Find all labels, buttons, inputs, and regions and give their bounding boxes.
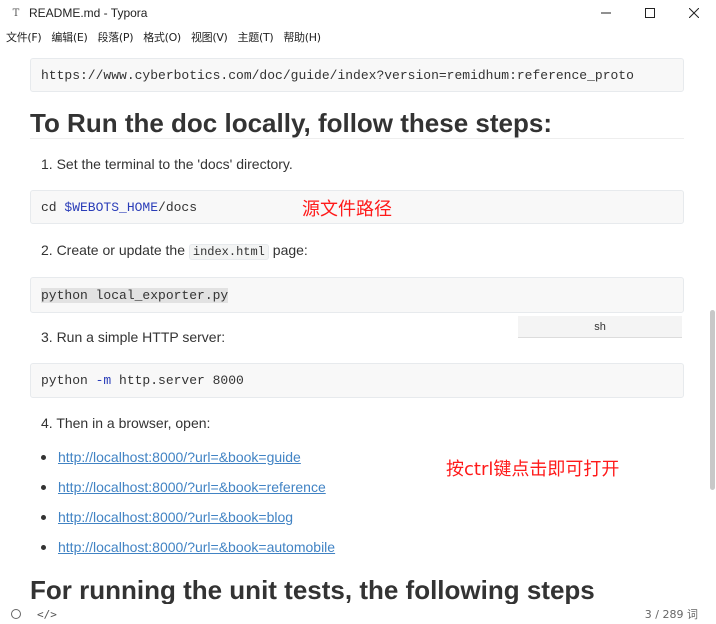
close-button[interactable] <box>672 0 716 26</box>
step-1-text: 1. Set the terminal to the 'docs' direct… <box>41 156 293 172</box>
list-item: http://localhost:8000/?url=&book=blog <box>41 509 293 525</box>
module-flag: -m <box>95 373 112 388</box>
menu-file[interactable]: 文件(F) <box>6 29 42 45</box>
index-html-inline-code: index.html <box>188 244 269 260</box>
menu-paragraph[interactable]: 段落(P) <box>97 29 133 45</box>
step-2-text: 2. Create or update the index.html page: <box>41 242 308 260</box>
list-item: http://localhost:8000/?url=&book=guide <box>41 449 301 465</box>
word-count[interactable]: 3 / 289 词 <box>645 606 698 622</box>
step-2-suffix: page: <box>268 242 308 258</box>
outline-toggle-icon[interactable] <box>11 609 21 619</box>
vertical-scrollbar[interactable] <box>708 48 716 604</box>
code-language-input[interactable]: sh <box>518 316 682 338</box>
python-command: python <box>41 373 96 388</box>
minimize-icon <box>601 12 611 14</box>
exporter-command: python local_exporter.py <box>41 287 229 303</box>
annotation-ctrl-click: 按ctrl键点击即可打开 <box>446 459 620 480</box>
bullet <box>41 454 46 460</box>
url-code-text: https://www.cyberbotics.com/doc/guide/in… <box>41 67 634 83</box>
bullet <box>41 544 46 550</box>
typora-app-icon: T <box>12 7 20 19</box>
window-title: README.md - Typora <box>29 6 148 20</box>
docs-path: /docs <box>158 199 198 215</box>
status-bar: </> 3 / 289 词 <box>0 604 716 624</box>
step-4-text: 4. Then in a browser, open: <box>41 415 211 431</box>
menu-edit[interactable]: 编辑(E) <box>51 29 87 45</box>
menu-help[interactable]: 帮助(H) <box>283 29 321 45</box>
scrollbar-thumb[interactable] <box>710 310 715 490</box>
step-3-text: 3. Run a simple HTTP server: <box>41 329 226 345</box>
title-bar: T README.md - Typora <box>0 0 716 26</box>
menu-view[interactable]: 视图(V) <box>191 29 228 45</box>
cd-command: cd <box>41 199 65 215</box>
http-server-args: http.server 8000 <box>111 373 244 388</box>
url-code-block[interactable]: https://www.cyberbotics.com/doc/guide/in… <box>30 58 684 92</box>
menu-theme[interactable]: 主题(T) <box>238 29 274 45</box>
maximize-button[interactable] <box>628 0 672 26</box>
close-icon <box>689 8 699 18</box>
link-guide[interactable]: http://localhost:8000/?url=&book=guide <box>58 449 301 465</box>
source-mode-icon[interactable]: </> <box>37 608 57 621</box>
heading-divider <box>30 138 684 139</box>
link-automobile[interactable]: http://localhost:8000/?url=&book=automob… <box>58 539 335 555</box>
menu-bar: 文件(F) 编辑(E) 段落(P) 格式(O) 视图(V) 主题(T) 帮助(H… <box>0 26 331 48</box>
heading-unit-tests: For running the unit tests, the followin… <box>30 575 595 604</box>
link-reference[interactable]: http://localhost:8000/?url=&book=referen… <box>58 479 326 495</box>
list-item: http://localhost:8000/?url=&book=referen… <box>41 479 326 495</box>
step-2-prefix: 2. Create or update the <box>41 242 189 258</box>
maximize-icon <box>645 8 655 18</box>
editor-area[interactable]: https://www.cyberbotics.com/doc/guide/in… <box>0 48 708 604</box>
bullet <box>41 514 46 520</box>
menu-format[interactable]: 格式(O) <box>143 29 181 45</box>
annotation-source-path: 源文件路径 <box>302 199 392 220</box>
webots-home-variable: $WEBOTS_HOME <box>64 199 159 215</box>
heading-run-doc: To Run the doc locally, follow these ste… <box>30 108 552 138</box>
http-server-code-block[interactable]: python -m http.server 8000 <box>30 363 684 398</box>
bullet <box>41 484 46 490</box>
link-blog[interactable]: http://localhost:8000/?url=&book=blog <box>58 509 293 525</box>
list-item: http://localhost:8000/?url=&book=automob… <box>41 539 335 555</box>
exporter-code-block[interactable]: python local_exporter.py <box>30 277 684 313</box>
window-controls <box>584 0 716 26</box>
minimize-button[interactable] <box>584 0 628 26</box>
